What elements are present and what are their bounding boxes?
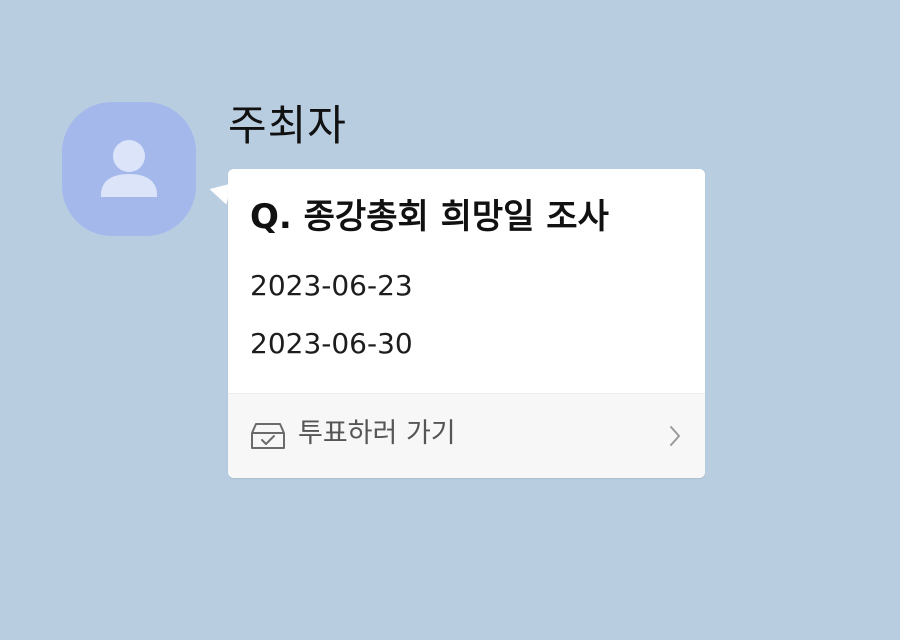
chevron-right-icon [670, 426, 680, 446]
go-vote-button[interactable]: 투표하러 가기 [228, 393, 705, 478]
sender-name: 주최자 [228, 101, 347, 150]
ballot-box-icon [251, 423, 285, 449]
poll-option: 2023-06-23 [250, 269, 413, 302]
person-silhouette-icon [101, 140, 157, 197]
poll-title: Q. 종강총회 희망일 조사 [250, 197, 609, 237]
poll-option: 2023-06-30 [250, 327, 413, 360]
poll-card-body: Q. 종강총회 희망일 조사 2023-06-23 2023-06-30 [228, 169, 705, 393]
go-vote-label: 투표하러 가기 [298, 418, 456, 449]
sender-avatar[interactable] [62, 102, 196, 236]
poll-card[interactable]: Q. 종강총회 희망일 조사 2023-06-23 2023-06-30 투표하… [228, 169, 705, 478]
chat-message-row: 주최자 Q. 종강총회 희망일 조사 2023-06-23 2023-06-30… [0, 0, 900, 640]
